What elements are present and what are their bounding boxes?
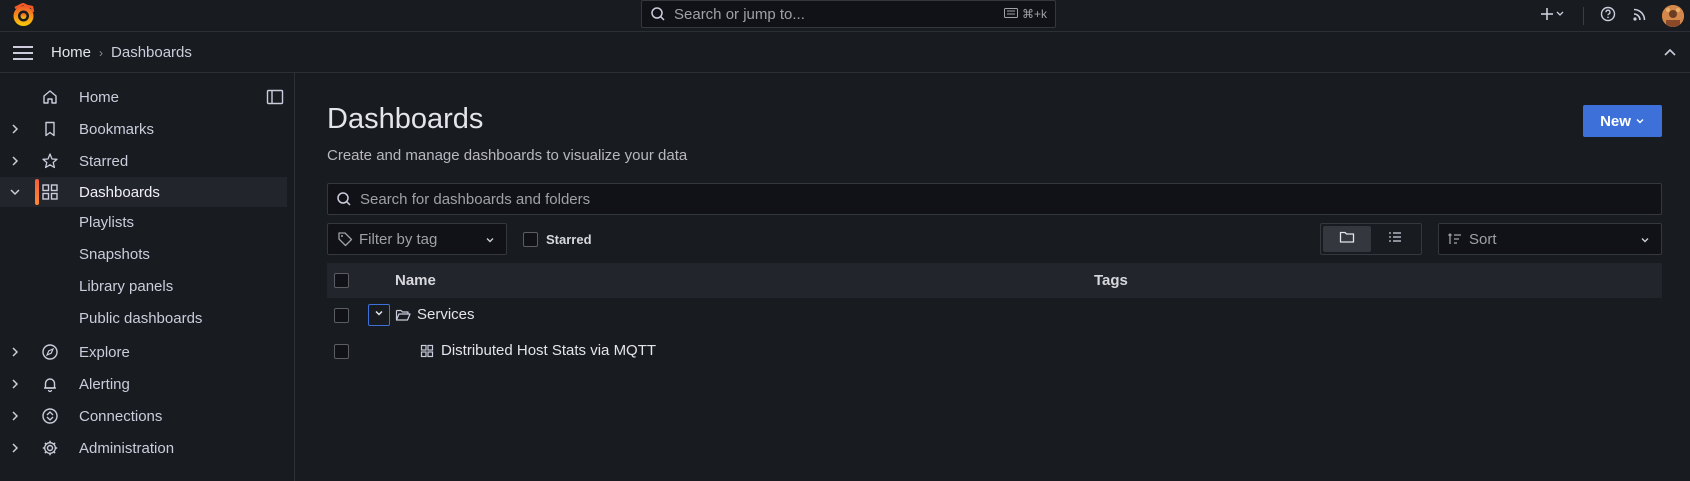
chevron-right-icon[interactable] xyxy=(8,345,22,359)
tag-filter-placeholder: Filter by tag xyxy=(359,230,438,248)
row-checkbox[interactable] xyxy=(334,308,349,323)
sidebar-item-label: Home xyxy=(79,88,120,106)
chevron-right-icon[interactable] xyxy=(8,441,22,455)
sidebar-item-label: Alerting xyxy=(79,375,130,393)
chevron-right-icon[interactable] xyxy=(8,122,22,136)
new-button-label: New xyxy=(1600,112,1631,130)
sidebar-item-home[interactable]: Home xyxy=(0,82,287,112)
folder-name[interactable]: Services xyxy=(417,306,475,323)
breadcrumb-bar: Home › Dashboards xyxy=(0,32,1690,73)
column-header-name[interactable]: Name xyxy=(395,272,436,289)
shortcut-label: ⌘+k xyxy=(1021,7,1047,21)
bell-icon xyxy=(41,375,59,393)
sidebar-item-label: Connections xyxy=(79,407,163,425)
sidebar-subitem-snapshots[interactable]: Snapshots xyxy=(79,240,150,270)
rss-icon xyxy=(1632,6,1648,27)
new-button[interactable]: New xyxy=(1583,105,1662,137)
chevron-right-icon[interactable] xyxy=(8,377,22,391)
folder-expand-button[interactable] xyxy=(368,304,390,326)
column-header-tags: Tags xyxy=(1094,272,1128,289)
sidebar-nav: Home Bookmarks Starred Dashboards Playli… xyxy=(0,73,295,481)
sidebar-item-connections[interactable]: Connections xyxy=(0,401,287,431)
tag-icon xyxy=(337,231,353,247)
sidebar-subitem-library-panels[interactable]: Library panels xyxy=(79,272,173,302)
folder-open-icon xyxy=(395,307,411,323)
sidebar-item-dashboards[interactable]: Dashboards xyxy=(0,177,287,207)
starred-label: Starred xyxy=(546,232,592,247)
sidebar-subitem-public-dashboards[interactable]: Public dashboards xyxy=(79,304,202,334)
keyboard-icon xyxy=(1003,7,1018,21)
folder-icon xyxy=(1339,229,1355,250)
global-search-input[interactable]: Search or jump to... ⌘+k xyxy=(641,0,1056,28)
apps-icon xyxy=(419,343,435,359)
sidebar-item-alerting[interactable]: Alerting xyxy=(0,369,287,399)
sidebar-item-bookmarks[interactable]: Bookmarks xyxy=(0,114,287,144)
sort-amount-up-icon xyxy=(1447,231,1463,247)
connections-icon xyxy=(41,407,59,425)
chevron-down-icon xyxy=(1635,113,1645,130)
page-title: Dashboards xyxy=(327,103,484,135)
search-icon xyxy=(650,6,666,22)
list-icon xyxy=(1387,229,1403,250)
breadcrumb-separator: › xyxy=(99,45,104,60)
breadcrumb: Home › Dashboards xyxy=(51,44,192,61)
sidebar-item-starred[interactable]: Starred xyxy=(0,146,287,176)
sidebar-item-label: Administration xyxy=(79,439,175,457)
plus-icon xyxy=(1540,7,1566,26)
add-new-button[interactable] xyxy=(1531,0,1575,32)
apps-icon xyxy=(41,183,59,201)
bookmark-icon xyxy=(41,120,59,138)
dashboard-name[interactable]: Distributed Host Stats via MQTT xyxy=(441,342,656,359)
list-view-button[interactable] xyxy=(1371,226,1419,252)
chevron-right-icon[interactable] xyxy=(8,154,22,168)
dashboard-search-input[interactable]: Search for dashboards and folders xyxy=(327,183,1662,215)
chevron-down-icon[interactable] xyxy=(8,185,22,199)
question-circle-icon xyxy=(1600,6,1616,27)
search-shortcut: ⌘+k xyxy=(1003,7,1047,21)
table-row[interactable]: Services xyxy=(327,298,1662,334)
star-icon xyxy=(41,152,59,170)
chevron-down-icon xyxy=(484,233,496,245)
row-checkbox[interactable] xyxy=(334,344,349,359)
search-icon xyxy=(336,191,352,207)
grafana-logo-icon[interactable] xyxy=(11,2,36,28)
home-icon xyxy=(41,88,59,106)
sidebar-subitem-playlists[interactable]: Playlists xyxy=(79,208,134,238)
chevron-up-icon[interactable] xyxy=(1662,45,1678,61)
select-all-checkbox[interactable] xyxy=(334,273,349,288)
sidebar-item-administration[interactable]: Administration xyxy=(0,433,287,463)
user-avatar[interactable] xyxy=(1662,5,1684,27)
dashboard-search-placeholder: Search for dashboards and folders xyxy=(360,190,591,208)
sidebar-item-label: Dashboards xyxy=(79,183,160,201)
compass-icon xyxy=(41,343,59,361)
folder-view-button[interactable] xyxy=(1323,226,1371,252)
menu-toggle-icon[interactable] xyxy=(12,44,34,62)
divider xyxy=(1583,7,1584,25)
chevron-right-icon[interactable] xyxy=(8,409,22,423)
cog-icon xyxy=(41,439,59,457)
global-search-placeholder: Search or jump to... xyxy=(674,5,805,23)
sort-select[interactable]: Sort xyxy=(1438,223,1662,255)
sidebar-item-label: Bookmarks xyxy=(79,120,155,138)
breadcrumb-home[interactable]: Home xyxy=(51,44,91,61)
sidebar-item-label: Explore xyxy=(79,343,130,361)
starred-checkbox[interactable] xyxy=(523,232,538,247)
sidebar-item-explore[interactable]: Explore xyxy=(0,337,287,367)
chevron-down-icon xyxy=(373,306,385,324)
top-bar: Search or jump to... ⌘+k xyxy=(0,0,1690,32)
top-actions xyxy=(1531,0,1690,32)
table-header: Name Tags xyxy=(327,263,1662,298)
page-subtitle: Create and manage dashboards to visualiz… xyxy=(327,147,688,164)
chevron-down-icon xyxy=(1639,233,1651,245)
tag-filter-select[interactable]: Filter by tag xyxy=(327,223,507,255)
starred-filter[interactable]: Starred xyxy=(523,232,592,247)
help-button[interactable] xyxy=(1592,0,1624,32)
breadcrumb-current: Dashboards xyxy=(111,44,192,61)
news-button[interactable] xyxy=(1624,0,1656,32)
sidebar-item-label: Starred xyxy=(79,152,129,170)
table-row[interactable]: Distributed Host Stats via MQTT xyxy=(327,334,1662,370)
sort-placeholder: Sort xyxy=(1469,230,1497,248)
view-toggle xyxy=(1320,223,1422,255)
main-content: Dashboards Create and manage dashboards … xyxy=(296,73,1690,481)
